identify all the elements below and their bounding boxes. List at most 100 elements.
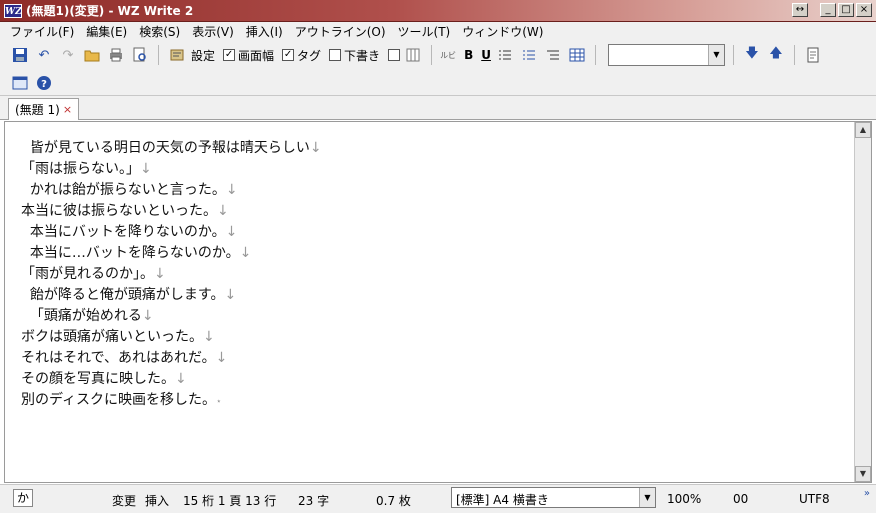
status-char-code: 00 [733,492,749,506]
table-icon[interactable] [567,45,587,65]
column-checkbox[interactable] [388,49,401,61]
text-line: それはそれで、あれはあれだ。↓ [21,350,228,366]
status-position: 15 桁 1 頁 13 行 [183,494,277,508]
font-select[interactable]: ▼ [607,44,725,66]
window-title: (無題1)(変更) - WZ Write 2 [26,4,194,18]
newline-mark: ↓ [225,224,238,240]
draft-toggle[interactable]: 下書き [329,47,380,64]
text-line: 「頭痛が始めれる↓ [21,308,154,324]
text-line: 本当に彼は振らないといった。↓ [21,203,229,219]
ruby-button[interactable]: ルビ [440,50,456,61]
status-zoom[interactable]: 100% [667,492,701,506]
chevron-down-icon[interactable]: ▼ [639,488,655,507]
settings-icon[interactable] [167,45,187,65]
window-controls: ↔ _ □ × [792,3,872,17]
open-folder-icon[interactable] [82,45,102,65]
settings-button[interactable]: 設定 [191,47,215,64]
screen-width-toggle[interactable]: ✓ 画面幅 [223,47,274,64]
menu-bar: ファイル(F) 編集(E) 検索(S) 表示(V) 挿入(I) アウトライン(O… [0,22,876,40]
vertical-scrollbar[interactable]: ▲ ▼ [854,122,871,482]
text-line: 本当にバットを降りないのか。↓ [21,224,238,240]
status-insert-mode[interactable]: 挿入 [145,492,169,509]
toolbar-separator [793,45,795,65]
numbered-list-icon[interactable] [519,45,539,65]
column-toggle[interactable] [388,45,423,65]
text-line: 飴が降ると俺が頭痛がします。↓ [21,287,237,303]
toolbar-row-2: ? [10,69,54,97]
scroll-up-icon[interactable]: ▲ [855,122,871,138]
ime-mode-indicator[interactable]: か [13,489,33,507]
newline-mark: ↓ [224,287,237,303]
newline-mark: ↓ [203,329,215,345]
tab-label: (無題 1) [15,103,60,117]
column-layout-icon [403,45,423,65]
minimize-button[interactable]: _ [820,3,836,17]
toolbar: ↶ ↷ 設定 ✓ 画面幅 ✓ タグ 下書き ルビ B U ▼ 🡇 🡅 ? [0,40,876,96]
toolbar-row-1: ↶ ↷ 設定 ✓ 画面幅 ✓ タグ 下書き ルビ B U ▼ 🡇 🡅 [10,41,823,69]
menu-insert[interactable]: 挿入(I) [240,23,289,40]
tag-checkbox[interactable]: ✓ [282,49,295,61]
toolbar-separator [594,45,596,65]
text-line: ボクは頭痛が痛いといった。↓ [21,329,215,345]
underline-button[interactable]: U [481,48,491,62]
menu-tools[interactable]: ツール(T) [392,23,457,40]
arrow-up-icon[interactable]: 🡅 [766,45,786,65]
eof-mark: ⋆ [216,397,222,407]
status-encoding[interactable]: UTF8 [799,492,830,506]
newline-mark: ↓ [215,350,228,366]
screen-width-label: 画面幅 [238,48,275,63]
text-line: 皆が見ている明日の天気の予報は晴天らしい↓ [21,140,322,156]
redo-icon[interactable]: ↷ [58,45,78,65]
scroll-down-icon[interactable]: ▼ [855,466,871,482]
menu-outline[interactable]: アウトライン(O) [289,23,392,40]
help-icon[interactable]: ? [34,73,54,93]
title-bar: WZ (無題1)(変更) - WZ Write 2 ↔ _ □ × [0,0,876,22]
chevron-down-icon[interactable]: ▼ [707,45,724,65]
tab-close-icon[interactable]: × [63,103,72,116]
close-button[interactable]: × [856,3,872,17]
print-icon[interactable] [106,45,126,65]
document-text[interactable]: 皆が見ている明日の天気の予報は晴天らしい↓ 「雨は振らない。」↓ かれは飴が振ら… [21,138,841,411]
style-select[interactable]: [標準] A4 横書き ▼ [451,487,656,508]
tag-toggle[interactable]: ✓ タグ [282,47,321,64]
newline-mark: ↓ [239,245,252,261]
toolbar-separator [732,45,734,65]
status-bar: か 変更 挿入 15 桁 1 頁 13 行 23 字 0.7 枚 [標準] A4… [0,484,876,513]
menu-search[interactable]: 検索(S) [133,23,186,40]
bold-button[interactable]: B [464,48,473,62]
svg-text:?: ? [41,79,47,90]
tag-label: タグ [297,48,322,63]
editor-area[interactable]: 皆が見ている明日の天気の予報は晴天らしい↓ 「雨は振らない。」↓ かれは飴が振ら… [4,121,872,483]
menu-file[interactable]: ファイル(F) [4,23,80,40]
window-icon[interactable] [10,73,30,93]
newline-mark: ↓ [175,371,187,387]
resize-icon[interactable]: ↔ [792,3,808,17]
menu-view[interactable]: 表示(V) [186,23,240,40]
newline-mark: ↓ [154,266,166,282]
menu-edit[interactable]: 編集(E) [80,23,133,40]
newline-mark: ↓ [141,308,154,324]
text-line: かれは飴が振らないと言った。↓ [21,182,238,198]
toolbar-separator [431,45,433,65]
newline-mark: ↓ [217,203,229,219]
maximize-button[interactable]: □ [838,3,854,17]
document-icon[interactable] [803,45,823,65]
draft-checkbox[interactable] [329,49,342,61]
print-preview-icon[interactable] [130,45,150,65]
toolbar-separator [158,45,159,65]
save-icon[interactable] [10,45,30,65]
arrow-down-icon[interactable]: 🡇 [742,45,762,65]
bullet-list-icon[interactable] [495,45,515,65]
tab-untitled-1[interactable]: (無題 1) × [8,98,80,120]
screen-width-checkbox[interactable]: ✓ [223,49,236,61]
menu-window[interactable]: ウィンドウ(W) [456,23,549,40]
more-icon[interactable]: » [864,488,870,499]
undo-icon[interactable]: ↶ [34,45,54,65]
newline-mark: ↓ [225,182,238,198]
document-tab-strip: (無題 1) × [0,96,876,120]
newline-mark: ↓ [140,161,152,177]
text-line: 別のディスクに映画を移した。⋆ [21,392,222,408]
app-logo-icon: WZ [4,3,22,18]
indent-list-icon[interactable] [543,45,563,65]
draft-label: 下書き [344,48,381,63]
